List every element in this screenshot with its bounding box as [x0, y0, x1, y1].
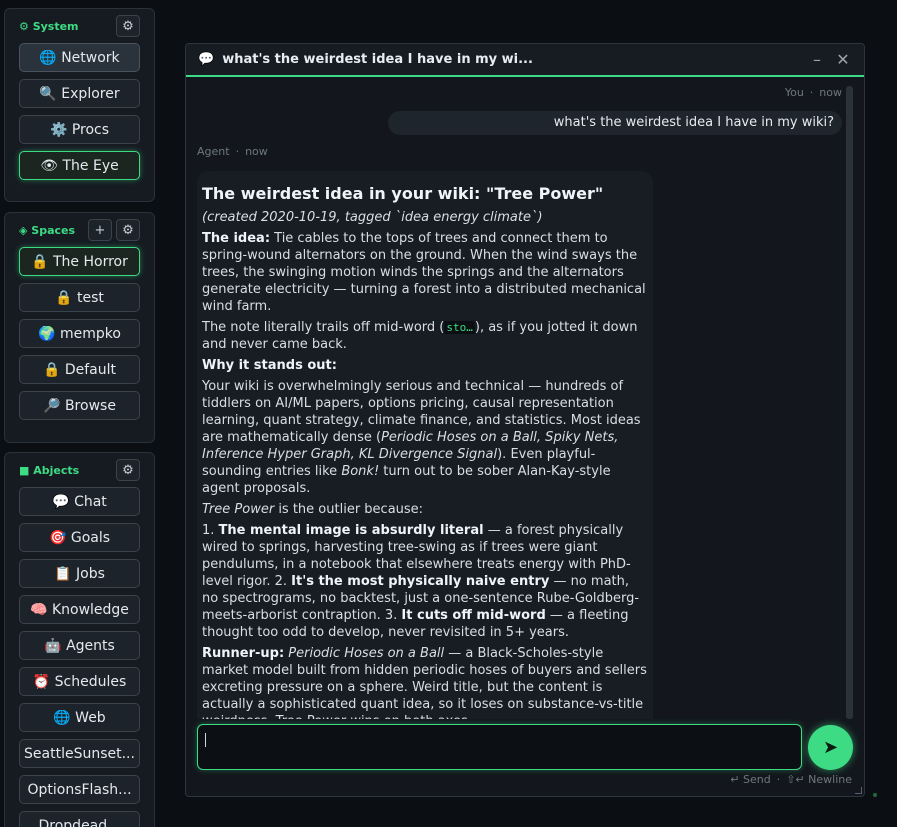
- magnifier-icon: 🔎: [43, 397, 61, 414]
- abject-agents[interactable]: 🤖 Agents: [19, 631, 140, 660]
- abject-web[interactable]: 🌐 Web: [19, 703, 140, 732]
- space-default[interactable]: 🔒 Default: [19, 355, 140, 384]
- spaces-gear-icon[interactable]: ⚙: [116, 219, 140, 241]
- globe-icon: 🌍: [38, 325, 56, 342]
- user-message-meta: You · now: [784, 86, 842, 99]
- agent-heading: The weirdest idea in your wiki: "Tree Po…: [202, 184, 604, 203]
- newline-hint: ⇧↵ Newline: [786, 773, 852, 786]
- space-the-horror[interactable]: 🔒 The Horror: [19, 247, 140, 276]
- space-browse[interactable]: 🔎 Browse: [19, 391, 140, 420]
- speech-bubble-icon: 💬: [52, 493, 70, 510]
- status-dot: [873, 793, 877, 797]
- message-input[interactable]: [198, 725, 801, 769]
- abjects-title: ■ Abjects: [19, 463, 80, 477]
- abject-seattle-sunset[interactable]: SeattleSunset...: [19, 739, 140, 768]
- alarm-clock-icon: ⏰: [32, 673, 51, 690]
- why-paragraph: Your wiki is overwhelmingly serious and …: [202, 379, 641, 496]
- message-composer[interactable]: [197, 724, 802, 770]
- lock-icon: 🔒: [55, 289, 73, 306]
- scrollbar[interactable]: [846, 86, 853, 719]
- spaces-panel-header: ◈ Spaces + ⚙: [5, 213, 154, 247]
- brain-icon: 🧠: [30, 601, 48, 618]
- abject-chat[interactable]: 💬 Chat: [19, 487, 140, 516]
- idea-paragraph: The idea: Tie cables to the tops of tree…: [202, 231, 646, 314]
- message-list[interactable]: You · now what's the weirdest idea I hav…: [186, 79, 854, 719]
- target-icon: 🎯: [48, 529, 67, 546]
- abjects-panel-header: ■ Abjects ⚙: [5, 453, 154, 487]
- runner-up-paragraph: Runner-up: Periodic Hoses on a Ball — a …: [202, 646, 647, 719]
- agent-message-meta: Agent · now: [197, 145, 268, 158]
- window-title: what's the weirdest idea I have in my wi…: [222, 52, 533, 67]
- chat-bubble-icon: 💬: [198, 52, 215, 67]
- keyboard-hints: ↵ Send · ⇧↵ Newline: [730, 773, 852, 786]
- created-note: (created 2020-10-19, tagged `idea energy…: [202, 210, 543, 225]
- robot-icon: 🤖: [44, 637, 62, 654]
- send-hint: ↵ Send: [730, 773, 771, 786]
- abject-options-flash[interactable]: OptionsFlash...: [19, 775, 140, 804]
- system-title: ⚙ System: [19, 19, 79, 33]
- nav-explorer[interactable]: 🔍 Explorer: [19, 79, 140, 108]
- nav-procs[interactable]: ⚙️ Procs: [19, 115, 140, 144]
- globe-icon: 🌐: [53, 709, 71, 726]
- globe-icon: 🌐: [39, 49, 57, 66]
- lock-icon: 🔒: [31, 253, 49, 270]
- trail-paragraph: The note literally trails off mid-word (…: [202, 320, 638, 352]
- space-mempko[interactable]: 🌍 mempko: [19, 319, 140, 348]
- abjects-panel: ■ Abjects ⚙ 💬 Chat 🎯 Goals 📋 Jobs 🧠 Know…: [4, 452, 155, 827]
- eye-icon: 👁: [40, 157, 59, 174]
- space-test[interactable]: 🔒 test: [19, 283, 140, 312]
- reasons-paragraph: 1. The mental image is absurdly literal …: [202, 523, 640, 640]
- abject-schedules[interactable]: ⏰ Schedules: [19, 667, 140, 696]
- agent-message: The weirdest idea in your wiki: "Tree Po…: [197, 171, 653, 719]
- system-gear-icon[interactable]: ⚙: [116, 15, 140, 37]
- system-panel-header: ⚙ System ⚙: [5, 9, 154, 43]
- add-space-icon[interactable]: +: [88, 219, 112, 241]
- inline-code: sto…: [444, 321, 475, 334]
- why-label: Why it stands out:: [202, 358, 337, 373]
- window-titlebar[interactable]: 💬 what's the weirdest idea I have in my …: [186, 44, 864, 77]
- abject-jobs[interactable]: 📋 Jobs: [19, 559, 140, 588]
- outlier-paragraph: Tree Power is the outlier because:: [202, 502, 424, 517]
- spaces-title: ◈ Spaces: [19, 223, 76, 237]
- abject-knowledge[interactable]: 🧠 Knowledge: [19, 595, 140, 624]
- user-message: what's the weirdest idea I have in my wi…: [388, 111, 842, 135]
- gear-icon: ⚙️: [49, 121, 68, 138]
- minimize-icon[interactable]: –: [806, 50, 828, 69]
- send-arrow-icon: ➤: [822, 737, 839, 758]
- clipboard-icon: 📋: [54, 565, 72, 582]
- abject-dropdead[interactable]: Dropdead...: [19, 811, 140, 827]
- nav-the-eye[interactable]: 👁 The Eye: [19, 151, 140, 180]
- close-icon[interactable]: ✕: [832, 50, 854, 69]
- nav-network[interactable]: 🌐 Network: [19, 43, 140, 72]
- lock-icon: 🔒: [42, 361, 61, 378]
- abjects-gear-icon[interactable]: ⚙: [116, 459, 140, 481]
- system-panel: ⚙ System ⚙ 🌐 Network 🔍 Explorer ⚙️ Procs…: [4, 8, 155, 202]
- text-caret: [205, 733, 206, 747]
- chat-window: 💬 what's the weirdest idea I have in my …: [185, 43, 865, 797]
- spaces-panel: ◈ Spaces + ⚙ 🔒 The Horror 🔒 test 🌍 mempk…: [4, 212, 155, 443]
- send-button[interactable]: ➤: [808, 725, 853, 770]
- search-icon: 🔍: [39, 85, 57, 102]
- abject-goals[interactable]: 🎯 Goals: [19, 523, 140, 552]
- resize-handle-icon[interactable]: [855, 787, 862, 794]
